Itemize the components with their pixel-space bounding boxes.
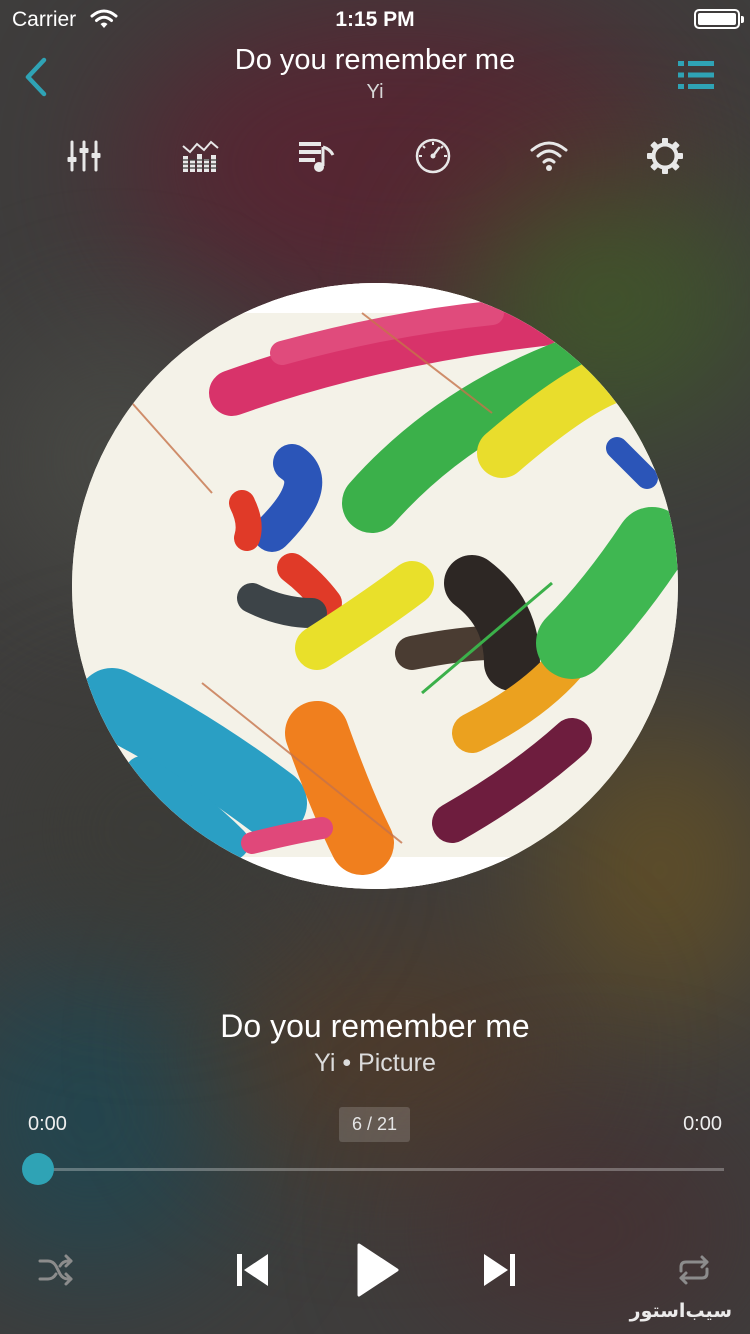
timer-icon [415, 138, 451, 174]
play-button[interactable] [347, 1240, 407, 1300]
settings-button[interactable] [642, 133, 688, 179]
shuffle-icon [38, 1254, 73, 1286]
spectrum-button[interactable] [177, 133, 223, 179]
watermark-logo: سیب‌استور [629, 1301, 732, 1322]
lyrics-icon [299, 142, 335, 172]
album-artwork[interactable] [72, 283, 678, 889]
song-artist-album: Yi • Picture [314, 1049, 436, 1077]
wifi-transfer-button[interactable] [526, 133, 572, 179]
playlist-button[interactable] [676, 58, 716, 92]
repeat-button[interactable] [672, 1248, 716, 1292]
progress-slider[interactable] [22, 1153, 724, 1185]
progress-thumb[interactable] [22, 1153, 54, 1185]
equalizer-icon [67, 140, 101, 172]
settings-icon [647, 138, 683, 174]
next-icon [484, 1254, 515, 1286]
repeat-icon [679, 1255, 709, 1285]
total-time: 0:00 [683, 1113, 722, 1135]
play-icon [357, 1243, 399, 1297]
list-icon [678, 61, 714, 89]
shuffle-button[interactable] [34, 1248, 78, 1292]
track-position-badge: 6 / 21 [339, 1107, 410, 1142]
spectrum-icon [182, 140, 219, 172]
previous-icon [237, 1254, 268, 1286]
battery-icon [694, 9, 744, 29]
wifi-share-icon [530, 141, 568, 171]
album-cover-image [72, 283, 678, 889]
sleep-timer-button[interactable] [410, 133, 456, 179]
previous-button[interactable] [230, 1248, 274, 1292]
next-button[interactable] [478, 1248, 522, 1292]
header-title: Do you remember me [234, 44, 516, 76]
lyrics-button[interactable] [294, 133, 340, 179]
equalizer-button[interactable] [61, 133, 107, 179]
back-button[interactable] [20, 55, 60, 99]
chevron-left-icon [25, 57, 47, 97]
status-bar: Carrier 1:15 PM [0, 0, 750, 40]
elapsed-time: 0:00 [28, 1113, 67, 1135]
toolbar [0, 133, 750, 179]
status-time: 1:15 PM [335, 8, 415, 31]
song-title: Do you remember me [220, 1008, 530, 1044]
header-artist: Yi [366, 81, 384, 103]
